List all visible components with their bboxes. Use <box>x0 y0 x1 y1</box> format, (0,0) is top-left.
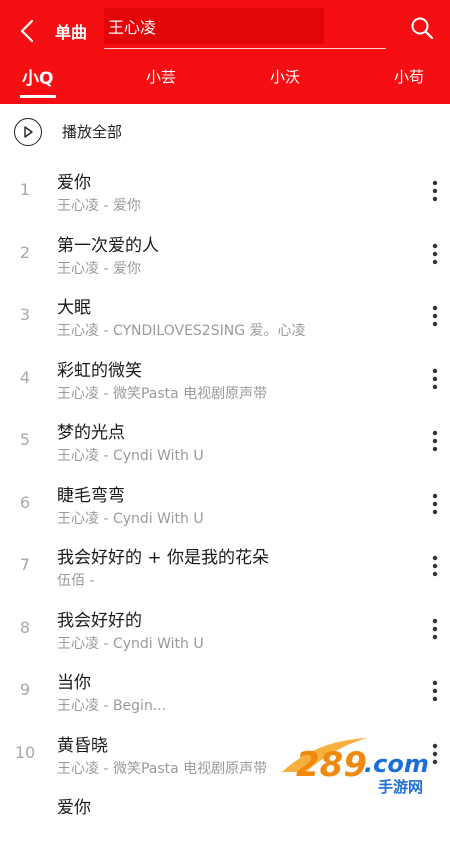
category-label: 单曲 <box>55 23 88 42</box>
song-index: 8 <box>19 617 31 637</box>
top-bar: 单曲 小Q 小芸 小沃 小苟 <box>0 0 450 104</box>
more-vertical-icon <box>432 243 438 264</box>
list-item[interactable]: 8 我会好好的 王心凌 - Cyndi With U <box>0 598 450 661</box>
song-title: 我会好好的 <box>57 610 142 631</box>
song-subtitle: 王心凌 - 爱你 <box>57 260 141 277</box>
more-button[interactable] <box>422 301 448 331</box>
list-item[interactable]: 5 梦的光点 王心凌 - Cyndi With U <box>0 410 450 473</box>
search-button[interactable] <box>408 14 436 42</box>
song-subtitle: 王心凌 - Begin... <box>57 698 167 714</box>
list-item[interactable]: 7 我会好好的 + 你是我的花朵 伍佰 - <box>0 535 450 598</box>
tab-bar: 小Q 小芸 小沃 小苟 <box>0 58 450 98</box>
tab-xiao-yun[interactable]: 小芸 <box>146 66 176 87</box>
song-subtitle: 王心凌 - Cyndi With U <box>57 510 204 527</box>
song-title: 黄昏晓 <box>57 735 108 756</box>
play-all-label: 播放全部 <box>62 123 123 141</box>
tab-xiao-wo[interactable]: 小沃 <box>270 66 300 87</box>
list-item[interactable]: 爱你 <box>0 785 450 848</box>
more-button[interactable] <box>422 551 448 581</box>
song-index: 4 <box>19 367 31 387</box>
more-vertical-icon <box>432 618 438 639</box>
song-index: 5 <box>19 430 31 449</box>
list-item[interactable]: 9 当你 王心凌 - Begin... <box>0 660 450 723</box>
song-index: 10 <box>14 742 36 762</box>
more-button[interactable] <box>422 426 448 456</box>
song-list: 1 爱你 王心凌 - 爱你 2 第一次爱的人 王心凌 - 爱你 3 大眠 王心凌… <box>0 160 450 848</box>
song-subtitle: 王心凌 - CYNDILOVES2SING 爱。心凌 <box>57 323 306 339</box>
song-index: 2 <box>19 242 31 262</box>
more-button[interactable] <box>422 739 448 769</box>
song-title: 大眠 <box>57 298 91 318</box>
search-box <box>104 4 386 49</box>
list-item[interactable]: 4 彩虹的微笑 王心凌 - 微笑Pasta 电视剧原声带 <box>0 348 450 411</box>
more-button[interactable] <box>422 489 448 519</box>
active-tab-indicator <box>20 95 56 98</box>
list-item[interactable]: 6 睫毛弯弯 王心凌 - Cyndi With U <box>0 473 450 536</box>
song-subtitle: 伍佰 - <box>57 573 95 589</box>
song-subtitle: 王心凌 - 爱你 <box>57 198 141 214</box>
song-index: 1 <box>19 180 31 199</box>
list-item[interactable]: 3 大眠 王心凌 - CYNDILOVES2SING 爱。心凌 <box>0 285 450 348</box>
more-vertical-icon <box>432 430 438 452</box>
song-index: 9 <box>19 680 31 699</box>
more-button[interactable] <box>422 364 448 394</box>
search-icon <box>411 17 434 40</box>
song-title: 彩虹的微笑 <box>57 360 142 381</box>
more-vertical-icon <box>432 743 438 764</box>
more-vertical-icon <box>432 368 438 389</box>
more-vertical-icon <box>432 493 438 514</box>
more-vertical-icon <box>432 180 438 202</box>
more-button[interactable] <box>422 676 448 706</box>
song-title: 爱你 <box>57 798 91 818</box>
more-vertical-icon <box>432 305 438 327</box>
song-subtitle: 王心凌 - 微笑Pasta 电视剧原声带 <box>57 760 268 777</box>
song-title: 我会好好的 + 你是我的花朵 <box>57 548 270 568</box>
song-title: 第一次爱的人 <box>57 235 159 256</box>
song-title: 爱你 <box>57 173 91 193</box>
back-arrow-icon <box>20 19 34 43</box>
more-button[interactable] <box>422 614 448 644</box>
play-all-button[interactable]: 播放全部 <box>0 104 450 160</box>
song-title: 当你 <box>57 673 91 693</box>
more-button[interactable] <box>422 239 448 269</box>
song-subtitle: 王心凌 - 微笑Pasta 电视剧原声带 <box>57 385 268 402</box>
list-item[interactable]: 10 黄昏晓 王心凌 - 微笑Pasta 电视剧原声带 <box>0 723 450 786</box>
back-button[interactable] <box>12 16 42 46</box>
song-title: 梦的光点 <box>57 423 125 443</box>
more-vertical-icon <box>432 555 438 577</box>
more-vertical-icon <box>432 680 438 702</box>
list-item[interactable]: 2 第一次爱的人 王心凌 - 爱你 <box>0 223 450 286</box>
search-input[interactable] <box>104 8 324 44</box>
song-title: 睫毛弯弯 <box>57 485 125 506</box>
tab-xiao-gou[interactable]: 小苟 <box>394 66 424 87</box>
song-subtitle: 王心凌 - Cyndi With U <box>57 635 204 652</box>
song-index: 6 <box>19 492 31 512</box>
song-subtitle: 王心凌 - Cyndi With U <box>57 448 204 464</box>
song-index: 3 <box>19 305 31 324</box>
more-button[interactable] <box>422 176 448 206</box>
list-item[interactable]: 1 爱你 王心凌 - 爱你 <box>0 160 450 223</box>
play-circle-icon <box>14 118 42 146</box>
tab-xiao-q[interactable]: 小Q <box>22 64 53 89</box>
song-index: 7 <box>19 555 31 574</box>
